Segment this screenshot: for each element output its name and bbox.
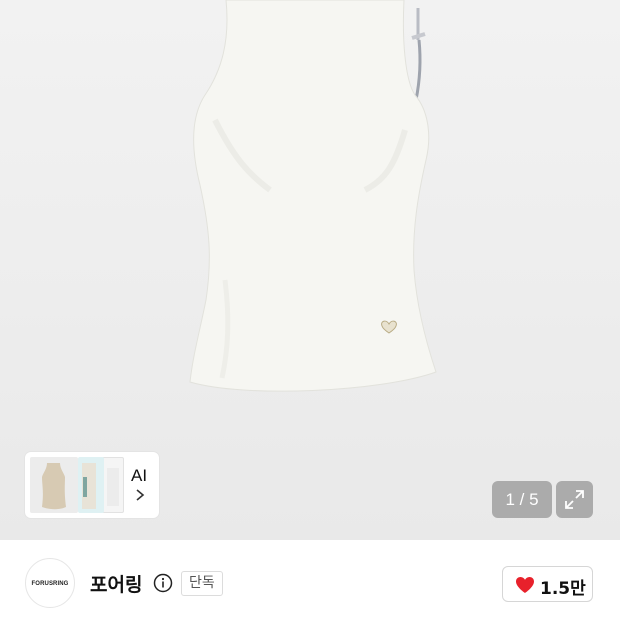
exclusive-badge: 단독	[181, 571, 223, 596]
like-button[interactable]: 1.5만	[502, 566, 593, 602]
brand-name[interactable]: 포어링	[90, 570, 142, 597]
brand-logo-text: FORUSRING	[31, 581, 69, 587]
info-icon[interactable]	[153, 573, 173, 593]
brand-logo[interactable]: FORUSRING	[25, 558, 75, 608]
expand-icon	[565, 490, 584, 509]
expand-image-button[interactable]	[556, 481, 593, 518]
ai-thumbnail	[102, 457, 124, 513]
brand-bar: FORUSRING 포어링 단독 1.5만	[0, 540, 620, 620]
image-page-counter: 1 / 5	[492, 481, 552, 518]
ai-thumbnail	[78, 457, 104, 513]
ai-thumbnail-stack	[30, 457, 124, 513]
ai-label: AI	[131, 466, 148, 485]
heart-icon	[516, 577, 534, 593]
chevron-right-icon	[136, 489, 145, 501]
ai-thumbnail	[30, 457, 78, 513]
product-image-gallery[interactable]: AI 1 / 5	[0, 0, 620, 540]
ai-recommendation-card[interactable]: AI	[25, 452, 159, 518]
like-count: 1.5만	[540, 579, 586, 599]
